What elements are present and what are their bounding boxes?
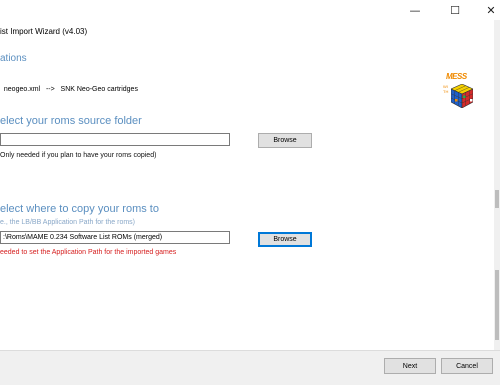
rubik-cube-icon: [451, 84, 473, 108]
mapping-arrow: -->: [45, 86, 55, 93]
dest-hint: e., the LB/BB Application Path for the r…: [0, 219, 136, 226]
source-note: Only needed if you plan to have your rom…: [0, 152, 157, 159]
maximize-icon: ☐: [450, 3, 460, 17]
close-button[interactable]: ✕: [474, 0, 500, 20]
scroll-thumb-bottom[interactable]: [495, 270, 499, 340]
vertical-scrollbar[interactable]: [494, 20, 500, 350]
scroll-thumb-top[interactable]: [495, 190, 499, 208]
next-button[interactable]: Next: [384, 358, 436, 374]
cancel-button[interactable]: Cancel: [441, 358, 493, 374]
window-title: ist Import Wizard (v4.03): [0, 27, 88, 36]
logo-text-top: MESS: [446, 72, 467, 81]
mapping-row: neogeo.xml --> SNK Neo-Geo cartridges: [0, 79, 138, 93]
source-browse-button[interactable]: Browse: [258, 133, 312, 148]
minimize-button[interactable]: —: [398, 0, 432, 20]
dest-folder-input[interactable]: :\Roms\MAME 0.234 Software List ROMs (me…: [0, 231, 230, 244]
dest-warning: eeded to set the Application Path for th…: [0, 249, 177, 256]
section-title: ations: [0, 53, 27, 64]
source-folder-input[interactable]: [0, 133, 230, 146]
dest-browse-button[interactable]: Browse: [258, 232, 312, 247]
mapping-target: SNK Neo-Geo cartridges: [60, 86, 138, 93]
minimize-icon: —: [409, 3, 421, 17]
mess-logo: MESS WITH: [442, 72, 476, 112]
logo-text-side: WITH: [443, 84, 449, 94]
maximize-button[interactable]: ☐: [438, 0, 472, 20]
mapping-file: neogeo.xml: [3, 86, 41, 93]
close-icon: ✕: [486, 3, 496, 17]
source-heading: elect your roms source folder: [0, 115, 142, 127]
dest-heading: elect where to copy your roms to: [0, 203, 159, 215]
